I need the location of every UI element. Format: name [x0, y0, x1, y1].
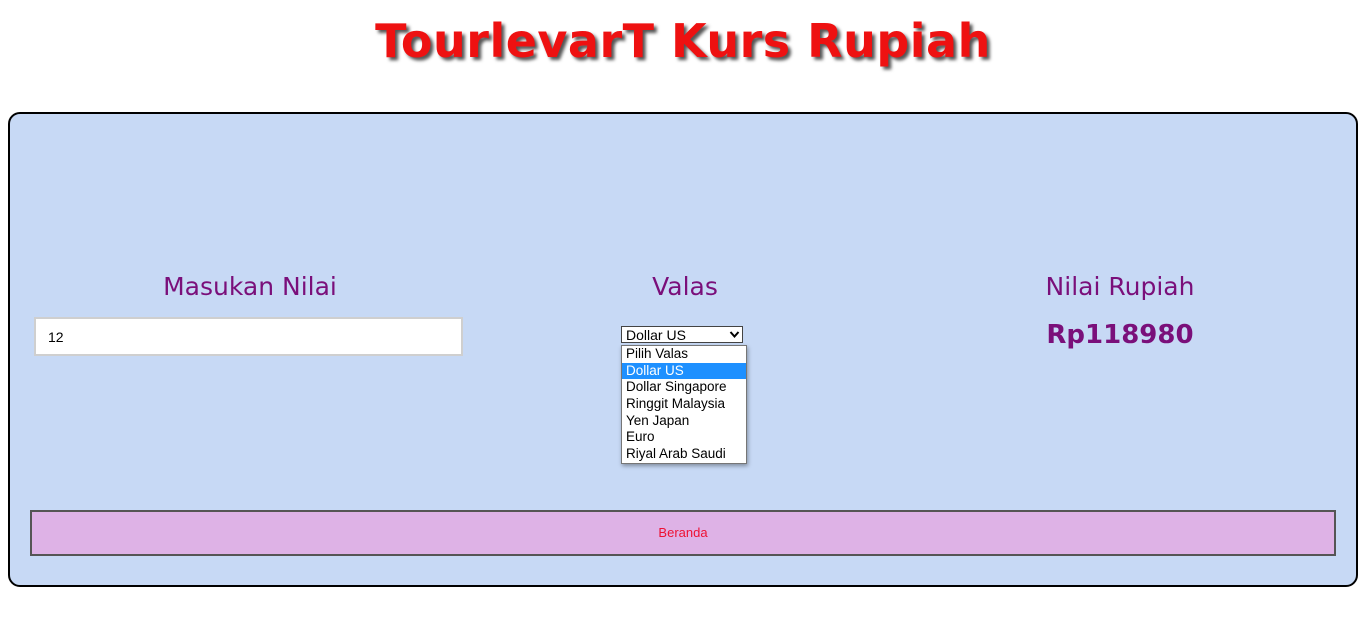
amount-input[interactable] — [34, 317, 463, 356]
page-title: TourlevarT Kurs Rupiah — [375, 14, 991, 68]
currency-option[interactable]: Ringgit Malaysia — [622, 396, 746, 413]
currency-select-value: Dollar US — [626, 327, 686, 343]
currency-option[interactable]: Yen Japan — [622, 413, 746, 430]
currency-option[interactable]: Pilih Valas — [622, 346, 746, 363]
result-label: Nilai Rupiah — [1045, 272, 1195, 301]
result-value: Rp118980 — [1046, 320, 1194, 350]
currency-label: Valas — [652, 272, 718, 301]
currency-option[interactable]: Dollar US — [622, 362, 746, 380]
converter-panel: Masukan Nilai Valas Nilai Rupiah Dollar … — [8, 112, 1358, 587]
currency-select[interactable]: Dollar US — [621, 326, 743, 343]
currency-option[interactable]: Dollar Singapore — [622, 379, 746, 396]
currency-option[interactable]: Riyal Arab Saudi — [622, 446, 746, 463]
currency-dropdown-list: Pilih Valas Dollar US Dollar Singapore R… — [621, 345, 747, 464]
currency-option[interactable]: Euro — [622, 429, 746, 446]
home-button[interactable]: Beranda — [30, 510, 1336, 556]
amount-label: Masukan Nilai — [163, 272, 337, 301]
